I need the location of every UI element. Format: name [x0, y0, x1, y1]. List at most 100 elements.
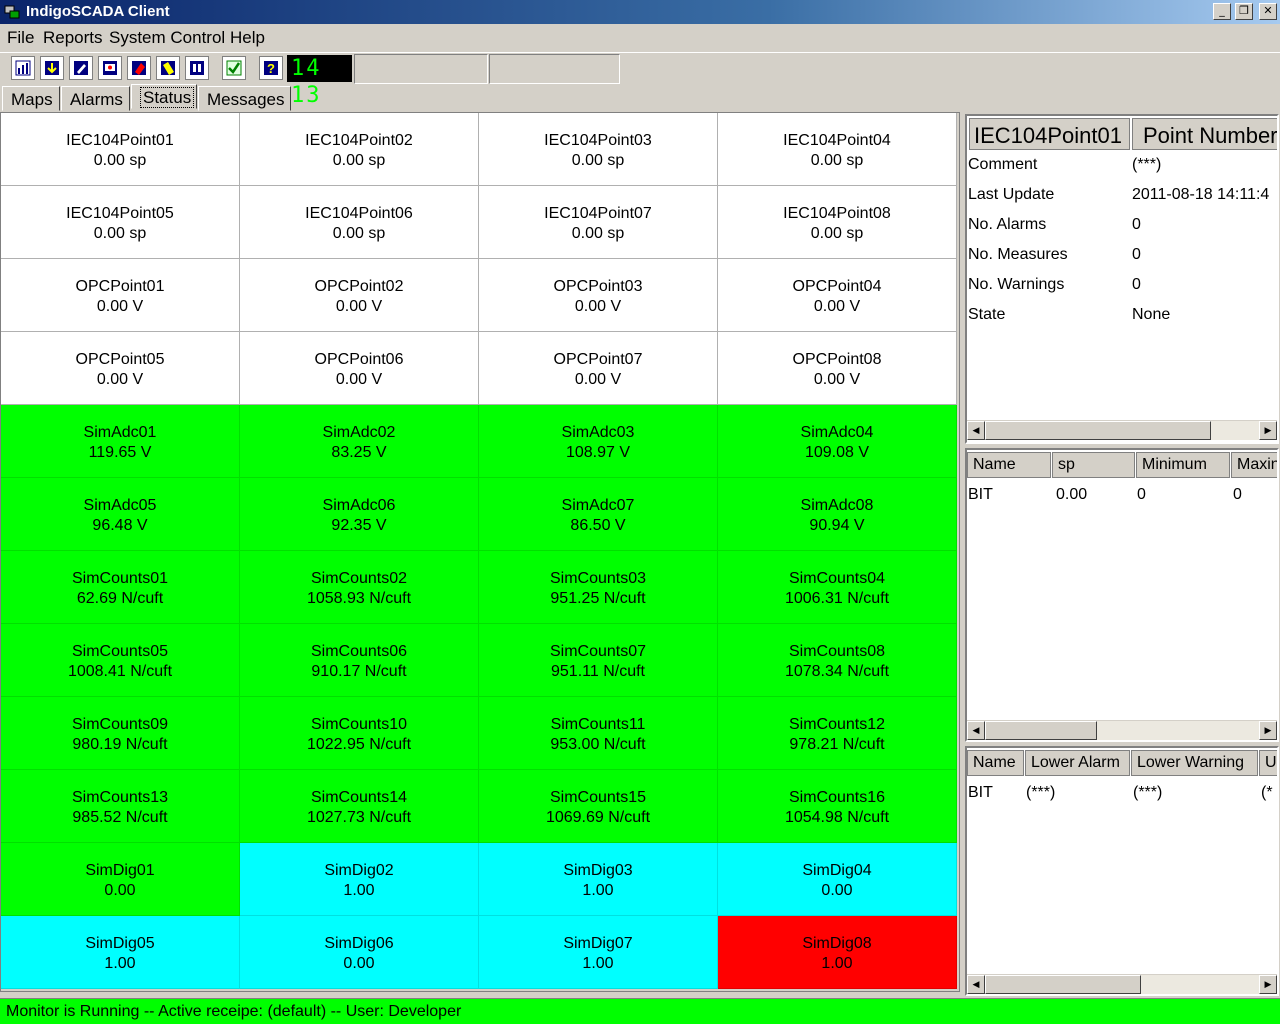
column-header[interactable]: Lower Alarm — [1025, 750, 1130, 776]
limits-scrollbar[interactable]: ◀ ▶ — [967, 974, 1277, 994]
property-row[interactable]: Last Update 2011-08-18 14:11:4 — [968, 186, 1277, 216]
status-cell[interactable]: IEC104Point01 0.00 sp — [1, 113, 240, 186]
note-icon[interactable] — [156, 56, 180, 80]
scroll-right-icon[interactable]: ▶ — [1259, 975, 1277, 994]
close-button[interactable]: ✕ — [1259, 3, 1277, 20]
status-cell[interactable]: SimAdc05 96.48 V — [1, 478, 240, 551]
scroll-right-icon[interactable]: ▶ — [1259, 721, 1277, 740]
tab-maps[interactable]: Maps — [2, 86, 60, 111]
status-cell[interactable]: SimDig04 0.00 — [718, 843, 957, 916]
status-cell[interactable]: OPCPoint07 0.00 V — [479, 332, 718, 405]
status-cell[interactable]: SimDig01 0.00 — [1, 843, 240, 916]
scroll-left-icon[interactable]: ◀ — [967, 721, 985, 740]
status-cell[interactable]: SimCounts06 910.17 N/cuft — [240, 624, 479, 697]
status-cell[interactable]: SimCounts13 985.52 N/cuft — [1, 770, 240, 843]
property-row[interactable]: No. Alarms 0 — [968, 216, 1277, 246]
status-cell[interactable]: SimCounts01 62.69 N/cuft — [1, 551, 240, 624]
status-cell[interactable]: IEC104Point04 0.00 sp — [718, 113, 957, 186]
status-cell[interactable]: SimCounts03 951.25 N/cuft — [479, 551, 718, 624]
table-cell: 0 — [1137, 486, 1146, 503]
minimize-button[interactable]: _ — [1213, 3, 1231, 20]
config-icon[interactable] — [98, 56, 122, 80]
status-cell[interactable]: SimCounts02 1058.93 N/cuft — [240, 551, 479, 624]
status-cell[interactable]: SimCounts10 1022.95 N/cuft — [240, 697, 479, 770]
point-name-header[interactable]: IEC104Point01 — [969, 118, 1130, 150]
status-cell[interactable]: SimCounts08 1078.34 N/cuft — [718, 624, 957, 697]
column-header[interactable]: sp — [1052, 452, 1135, 478]
column-header[interactable]: Lower Warning — [1131, 750, 1258, 776]
status-cell[interactable]: SimAdc01 119.65 V — [1, 405, 240, 478]
scroll-left-icon[interactable]: ◀ — [967, 975, 985, 994]
status-cell[interactable]: IEC104Point03 0.00 sp — [479, 113, 718, 186]
status-cell[interactable]: SimCounts09 980.19 N/cuft — [1, 697, 240, 770]
status-cell[interactable]: SimDig08 1.00 — [718, 916, 957, 989]
status-cell[interactable]: SimDig02 1.00 — [240, 843, 479, 916]
scroll-thumb[interactable] — [985, 975, 1141, 994]
status-cell[interactable]: SimAdc06 92.35 V — [240, 478, 479, 551]
status-cell[interactable]: SimCounts12 978.21 N/cuft — [718, 697, 957, 770]
status-cell[interactable]: OPCPoint01 0.00 V — [1, 259, 240, 332]
property-row[interactable]: No. Warnings 0 — [968, 276, 1277, 306]
status-cell[interactable]: SimCounts11 953.00 N/cuft — [479, 697, 718, 770]
menu-reports[interactable]: Reports — [43, 28, 103, 48]
property-row[interactable]: Comment (***) — [968, 156, 1277, 186]
help-icon[interactable]: ? — [259, 56, 283, 80]
scroll-left-icon[interactable]: ◀ — [967, 421, 985, 440]
status-cell[interactable]: SimDig03 1.00 — [479, 843, 718, 916]
status-cell[interactable]: SimAdc07 86.50 V — [479, 478, 718, 551]
scroll-right-icon[interactable]: ▶ — [1259, 421, 1277, 440]
status-cell[interactable]: SimCounts15 1069.69 N/cuft — [479, 770, 718, 843]
status-cell[interactable]: IEC104Point02 0.00 sp — [240, 113, 479, 186]
status-cell[interactable]: IEC104Point07 0.00 sp — [479, 186, 718, 259]
column-header[interactable]: Name — [967, 750, 1024, 776]
status-cell[interactable]: IEC104Point06 0.00 sp — [240, 186, 479, 259]
status-cell[interactable]: SimCounts04 1006.31 N/cuft — [718, 551, 957, 624]
status-cell[interactable]: SimAdc03 108.97 V — [479, 405, 718, 478]
point-name: OPCPoint04 — [792, 278, 882, 295]
menu-system-control[interactable]: System Control — [109, 28, 225, 48]
status-cell[interactable]: OPCPoint05 0.00 V — [1, 332, 240, 405]
status-cell[interactable]: SimCounts07 951.11 N/cuft — [479, 624, 718, 697]
status-cell[interactable]: OPCPoint06 0.00 V — [240, 332, 479, 405]
property-row[interactable]: No. Measures 0 — [968, 246, 1277, 276]
status-cell[interactable]: SimAdc08 90.94 V — [718, 478, 957, 551]
status-cell[interactable]: SimCounts16 1054.98 N/cuft — [718, 770, 957, 843]
properties-scrollbar[interactable]: ◀ ▶ — [967, 420, 1277, 440]
status-cell[interactable]: OPCPoint08 0.00 V — [718, 332, 957, 405]
status-cell[interactable]: SimDig05 1.00 — [1, 916, 240, 989]
pause-icon[interactable] — [185, 56, 209, 80]
status-cell[interactable]: OPCPoint02 0.00 V — [240, 259, 479, 332]
column-header[interactable]: U — [1259, 750, 1277, 776]
chart-icon[interactable] — [11, 56, 35, 80]
column-header[interactable]: Minimum — [1136, 452, 1230, 478]
menu-help[interactable]: Help — [230, 28, 265, 48]
tab-alarms[interactable]: Alarms — [61, 86, 130, 111]
ack-icon[interactable] — [222, 56, 246, 80]
tab-status[interactable]: Status — [131, 84, 197, 109]
point-name: SimAdc07 — [561, 497, 635, 514]
status-cell[interactable]: SimAdc02 83.25 V — [240, 405, 479, 478]
status-cell[interactable]: SimDig06 0.00 — [240, 916, 479, 989]
column-header[interactable]: Maxin — [1231, 452, 1277, 478]
status-cell[interactable]: SimCounts14 1027.73 N/cuft — [240, 770, 479, 843]
scroll-thumb[interactable] — [985, 421, 1211, 440]
status-cell[interactable]: SimAdc04 109.08 V — [718, 405, 957, 478]
status-cell[interactable]: IEC104Point08 0.00 sp — [718, 186, 957, 259]
status-cell[interactable]: SimDig07 1.00 — [479, 916, 718, 989]
status-cell[interactable]: OPCPoint03 0.00 V — [479, 259, 718, 332]
status-cell[interactable]: OPCPoint04 0.00 V — [718, 259, 957, 332]
restore-button[interactable]: ❐ — [1235, 3, 1253, 20]
download-icon[interactable] — [40, 56, 64, 80]
status-cell[interactable]: SimCounts05 1008.41 N/cuft — [1, 624, 240, 697]
scroll-thumb[interactable] — [985, 721, 1097, 740]
point-number-header[interactable]: Point Number — [1132, 118, 1277, 150]
edit-icon[interactable] — [69, 56, 93, 80]
column-header[interactable]: Name — [967, 452, 1051, 478]
tab-messages[interactable]: Messages — [198, 86, 291, 111]
status-cell[interactable]: IEC104Point05 0.00 sp — [1, 186, 240, 259]
property-row[interactable]: State None — [968, 306, 1277, 336]
measures-scrollbar[interactable]: ◀ ▶ — [967, 720, 1277, 740]
menu-file[interactable]: File — [7, 28, 34, 48]
flag-icon[interactable] — [127, 56, 151, 80]
point-value: 0.00 V — [96, 371, 144, 388]
